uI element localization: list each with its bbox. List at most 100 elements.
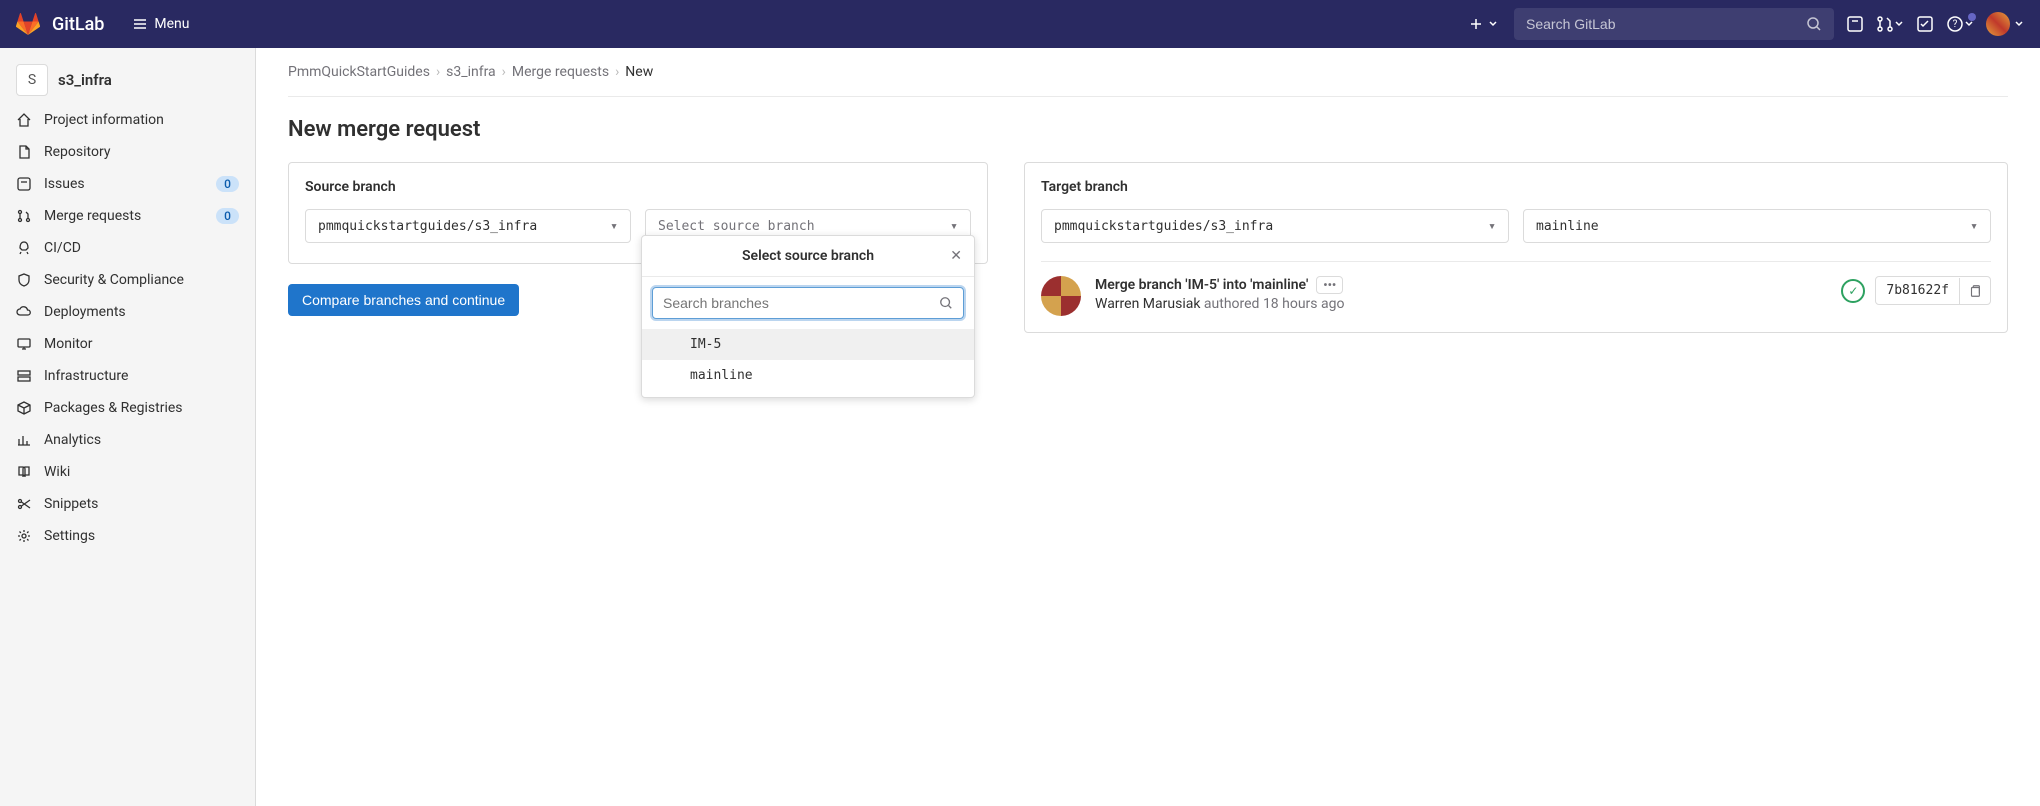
target-branch-select[interactable]: mainline ▾: [1523, 209, 1991, 243]
sidebar-item-monitor[interactable]: Monitor: [0, 328, 255, 360]
sidebar-item-label: Infrastructure: [44, 368, 239, 384]
project-name: s3_infra: [58, 71, 112, 89]
search-input[interactable]: [1526, 16, 1806, 32]
breadcrumb-group[interactable]: PmmQuickStartGuides: [288, 64, 430, 80]
commit-meta: Warren Marusiak authored 18 hours ago: [1095, 296, 1827, 312]
chevron-right-icon: ›: [502, 64, 506, 80]
mr-count-badge: 0: [216, 208, 239, 224]
sidebar-item-label: CI/CD: [44, 240, 239, 256]
sidebar-item-label: Project information: [44, 112, 239, 128]
todos-icon[interactable]: [1916, 15, 1934, 33]
target-branch-card: Target branch pmmquickstartguides/s3_inf…: [1024, 162, 2008, 333]
topbar: GitLab Menu ?: [0, 0, 2040, 48]
sidebar-item-analytics[interactable]: Analytics: [0, 424, 255, 456]
package-icon: [16, 400, 32, 416]
branch-selection-row: Source branch pmmquickstartguides/s3_inf…: [288, 162, 2008, 333]
help-icon[interactable]: ?: [1946, 15, 1974, 33]
sidebar-item-deployments[interactable]: Deployments: [0, 296, 255, 328]
chevron-down-icon: ▾: [1970, 219, 1978, 234]
branch-search-input[interactable]: [663, 295, 939, 311]
gitlab-brand[interactable]: GitLab: [52, 14, 104, 35]
branch-option[interactable]: mainline: [642, 360, 974, 391]
gear-icon: [16, 528, 32, 544]
issues-icon[interactable]: [1846, 15, 1864, 33]
project-header[interactable]: S s3_infra: [0, 56, 255, 104]
scissors-icon: [16, 496, 32, 512]
merge-requests-icon[interactable]: [1876, 15, 1904, 33]
commit-right: ✓ 7b81622f: [1841, 276, 1991, 305]
target-branch-value: mainline: [1536, 219, 1599, 234]
sidebar-item-issues[interactable]: Issues 0: [0, 168, 255, 200]
menu-label: Menu: [154, 16, 189, 32]
sidebar-item-label: Snippets: [44, 496, 239, 512]
menu-button[interactable]: Menu: [132, 16, 189, 32]
sidebar-item-security[interactable]: Security & Compliance: [0, 264, 255, 296]
create-new-button[interactable]: [1464, 12, 1502, 36]
dropdown-title: Select source branch: [742, 248, 874, 264]
sidebar-item-wiki[interactable]: Wiki: [0, 456, 255, 488]
file-icon: [16, 144, 32, 160]
branch-option[interactable]: IM-5: [642, 329, 974, 360]
chevron-down-icon: [1894, 19, 1904, 29]
user-avatar: [1986, 12, 2010, 36]
user-menu[interactable]: [1986, 12, 2024, 36]
merge-icon: [16, 208, 32, 224]
search-icon: [939, 296, 953, 310]
sidebar-item-cicd[interactable]: CI/CD: [0, 232, 255, 264]
topbar-left: GitLab Menu: [16, 12, 190, 36]
sidebar-item-project-information[interactable]: Project information: [0, 104, 255, 136]
commit-info: Merge branch 'IM-5' into 'mainline' ••• …: [1095, 276, 1827, 312]
sidebar-item-label: Monitor: [44, 336, 239, 352]
sidebar-item-repository[interactable]: Repository: [0, 136, 255, 168]
chevron-down-icon: ▾: [1488, 219, 1496, 234]
target-project-value: pmmquickstartguides/s3_infra: [1054, 219, 1273, 234]
commit-title[interactable]: Merge branch 'IM-5' into 'mainline': [1095, 277, 1308, 293]
svg-text:?: ?: [1953, 19, 1958, 30]
commit-author[interactable]: Warren Marusiak: [1095, 296, 1200, 312]
issues-icon: [16, 176, 32, 192]
page-title: New merge request: [288, 117, 2008, 142]
chevron-right-icon: ›: [436, 64, 440, 80]
commit-author-avatar[interactable]: [1041, 276, 1081, 316]
search-box[interactable]: [1514, 8, 1834, 40]
sidebar-item-packages[interactable]: Packages & Registries: [0, 392, 255, 424]
sidebar-item-label: Wiki: [44, 464, 239, 480]
target-project-select[interactable]: pmmquickstartguides/s3_infra ▾: [1041, 209, 1509, 243]
breadcrumb-current: New: [625, 64, 653, 80]
pipeline-success-icon[interactable]: ✓: [1841, 279, 1865, 303]
breadcrumb-section[interactable]: Merge requests: [512, 64, 609, 80]
close-icon[interactable]: ✕: [950, 248, 962, 264]
main-content: PmmQuickStartGuides › s3_infra › Merge r…: [256, 48, 2040, 806]
sidebar-item-merge-requests[interactable]: Merge requests 0: [0, 200, 255, 232]
commit-expand-button[interactable]: •••: [1316, 276, 1343, 294]
sidebar-item-label: Deployments: [44, 304, 239, 320]
commit-sha[interactable]: 7b81622f: [1876, 277, 1959, 304]
source-branch-dropdown: Select source branch ✕ IM-5 mainline: [641, 235, 975, 398]
chevron-down-icon: [1488, 19, 1498, 29]
hamburger-icon: [132, 16, 148, 32]
compare-branches-button[interactable]: Compare branches and continue: [288, 284, 519, 316]
project-avatar: S: [16, 64, 48, 96]
commit-title-row: Merge branch 'IM-5' into 'mainline' •••: [1095, 276, 1827, 294]
topbar-right: ?: [1464, 8, 2024, 40]
sidebar-item-label: Repository: [44, 144, 239, 160]
chevron-right-icon: ›: [615, 64, 619, 80]
sidebar-item-settings[interactable]: Settings: [0, 520, 255, 552]
target-branch-label: Target branch: [1041, 179, 1991, 195]
copy-sha-button[interactable]: [1959, 278, 1990, 304]
source-project-select[interactable]: pmmquickstartguides/s3_infra ▾: [305, 209, 631, 243]
commit-action: authored: [1200, 296, 1263, 312]
breadcrumb-project[interactable]: s3_infra: [446, 64, 496, 80]
last-commit-row: Merge branch 'IM-5' into 'mainline' ••• …: [1041, 261, 1991, 316]
plus-icon: [1468, 16, 1484, 32]
search-icon: [1806, 16, 1822, 32]
gitlab-logo-icon[interactable]: [16, 12, 40, 36]
issues-count-badge: 0: [216, 176, 239, 192]
sidebar-item-snippets[interactable]: Snippets: [0, 488, 255, 520]
home-icon: [16, 112, 32, 128]
sidebar-item-infrastructure[interactable]: Infrastructure: [0, 360, 255, 392]
source-branch-placeholder: Select source branch: [658, 219, 815, 234]
book-icon: [16, 464, 32, 480]
target-selects: pmmquickstartguides/s3_infra ▾ mainline …: [1041, 209, 1991, 243]
chart-icon: [16, 432, 32, 448]
